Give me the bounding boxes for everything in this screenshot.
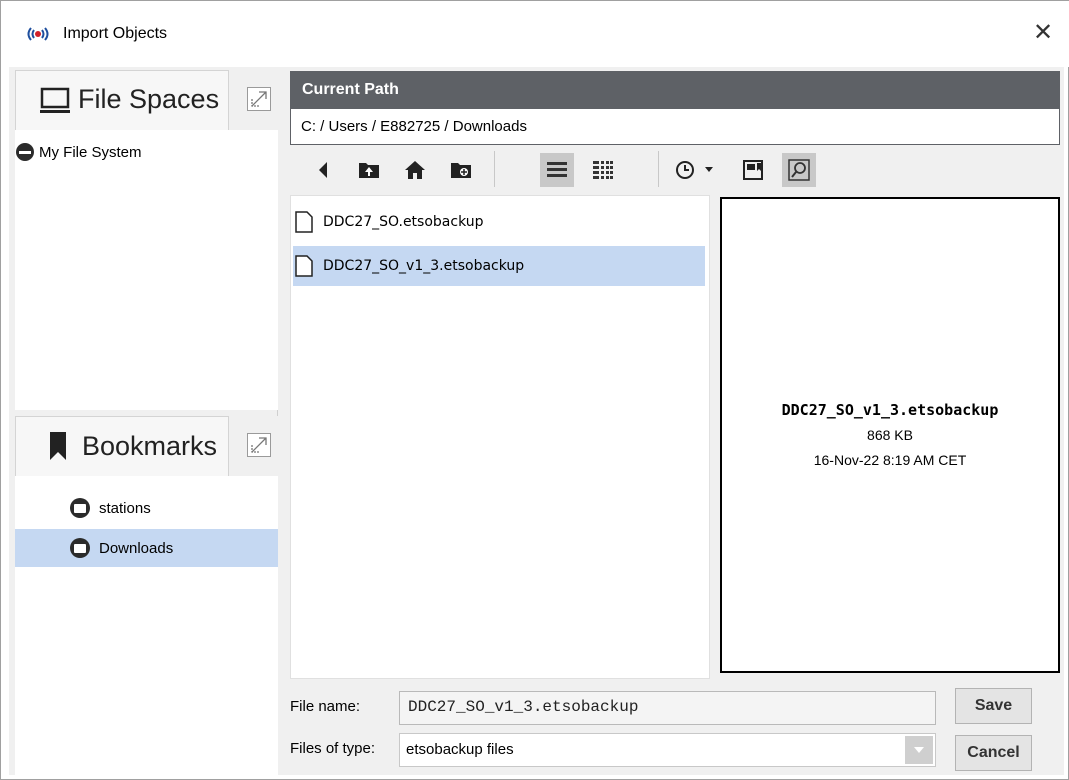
- dropdown-arrow-icon: [705, 167, 713, 172]
- close-button[interactable]: ✕: [1030, 21, 1056, 47]
- list-view-button[interactable]: [540, 153, 574, 187]
- toolbar: [290, 147, 1060, 191]
- toolbar-separator: [494, 151, 495, 187]
- bookmarks-tab[interactable]: Bookmarks: [15, 416, 229, 476]
- bookmark-add-icon: [743, 160, 763, 180]
- bookmark-icon: [50, 432, 66, 460]
- drive-icon: [16, 143, 34, 161]
- file-space-label: My File System: [39, 143, 142, 161]
- parent-folder-icon: [359, 163, 379, 178]
- file-name: DDC27_SO_v1_3.etsobackup: [323, 258, 525, 274]
- folder-icon: [70, 538, 90, 558]
- toolbar-separator: [658, 151, 659, 187]
- monitor-icon: [40, 87, 70, 113]
- new-folder-icon: [451, 163, 471, 178]
- window-title: Import Objects: [63, 25, 168, 42]
- bookmark-label: stations: [99, 499, 151, 517]
- preview-file-name: DDC27_SO_v1_3.etsobackup: [781, 401, 999, 419]
- back-icon: [319, 162, 327, 178]
- file-spaces-title: File Spaces: [78, 84, 220, 114]
- file-type-label: Files of type:: [290, 740, 376, 757]
- expand-icon: [251, 437, 267, 453]
- current-path-header: Current Path: [290, 71, 1060, 109]
- file-row[interactable]: DDC27_SO_v1_3.etsobackup: [293, 246, 705, 286]
- import-objects-dialog: Import Objects ✕ File Spaces My File Sys…: [0, 0, 1069, 780]
- history-dropdown-button[interactable]: [700, 153, 718, 187]
- grid-view-icon: [593, 161, 613, 179]
- file-icon: [295, 211, 313, 233]
- chevron-down-icon: [914, 747, 924, 753]
- list-view-icon: [547, 162, 567, 177]
- file-row[interactable]: DDC27_SO.etsobackup: [293, 202, 705, 242]
- file-name-input[interactable]: DDC27_SO_v1_3.etsobackup: [399, 691, 936, 725]
- expand-icon: [251, 91, 267, 107]
- file-list: DDC27_SO.etsobackup DDC27_SO_v1_3.etsoba…: [290, 195, 710, 679]
- bookmarks-list: stations Downloads: [15, 476, 278, 776]
- new-folder-button[interactable]: [444, 153, 478, 187]
- current-path-field[interactable]: C: / Users / E882725 / Downloads: [290, 109, 1060, 145]
- bookmark-item-stations[interactable]: stations: [15, 490, 278, 526]
- file-type-dropdown-button[interactable]: [905, 736, 933, 764]
- file-spaces-header: File Spaces: [15, 70, 278, 130]
- file-spaces-expand-button[interactable]: [247, 87, 271, 111]
- cancel-button[interactable]: Cancel: [955, 735, 1032, 771]
- bookmark-label: Downloads: [99, 539, 174, 557]
- file-spaces-tab[interactable]: File Spaces: [15, 70, 229, 130]
- file-space-item[interactable]: My File System: [15, 134, 278, 170]
- history-button[interactable]: [668, 153, 702, 187]
- broadcast-icon: [27, 27, 49, 41]
- parent-folder-button[interactable]: [352, 153, 386, 187]
- bookmark-add-button[interactable]: [736, 153, 770, 187]
- home-icon: [405, 161, 425, 179]
- history-icon: [676, 161, 694, 179]
- file-type-value: etsobackup files: [406, 741, 514, 758]
- close-icon: ✕: [1032, 19, 1054, 46]
- preview-toggle-button[interactable]: [782, 153, 816, 187]
- file-spaces-list: My File System: [15, 130, 278, 410]
- file-type-select[interactable]: etsobackup files: [399, 733, 936, 767]
- home-button[interactable]: [398, 153, 432, 187]
- file-icon: [295, 255, 313, 277]
- file-preview: DDC27_SO_v1_3.etsobackup 868 KB 16-Nov-2…: [720, 197, 1060, 673]
- preview-toggle-icon: [788, 159, 810, 181]
- preview-file-size: 868 KB: [867, 427, 913, 443]
- file-name: DDC27_SO.etsobackup: [323, 214, 484, 230]
- title-bar: Import Objects ✕: [1, 1, 1069, 67]
- file-name-label: File name:: [290, 698, 361, 715]
- bookmark-item-downloads[interactable]: Downloads: [15, 529, 278, 567]
- bookmarks-header: Bookmarks: [15, 416, 278, 476]
- save-button[interactable]: Save: [955, 688, 1032, 724]
- grid-view-button[interactable]: [586, 153, 620, 187]
- preview-file-date: 16-Nov-22 8:19 AM CET: [813, 452, 967, 468]
- back-button[interactable]: [306, 153, 340, 187]
- folder-icon: [70, 498, 90, 518]
- left-pane: File Spaces My File System Bookmarks sta…: [15, 70, 278, 776]
- bookmarks-expand-button[interactable]: [247, 433, 271, 457]
- bookmarks-title: Bookmarks: [82, 431, 218, 461]
